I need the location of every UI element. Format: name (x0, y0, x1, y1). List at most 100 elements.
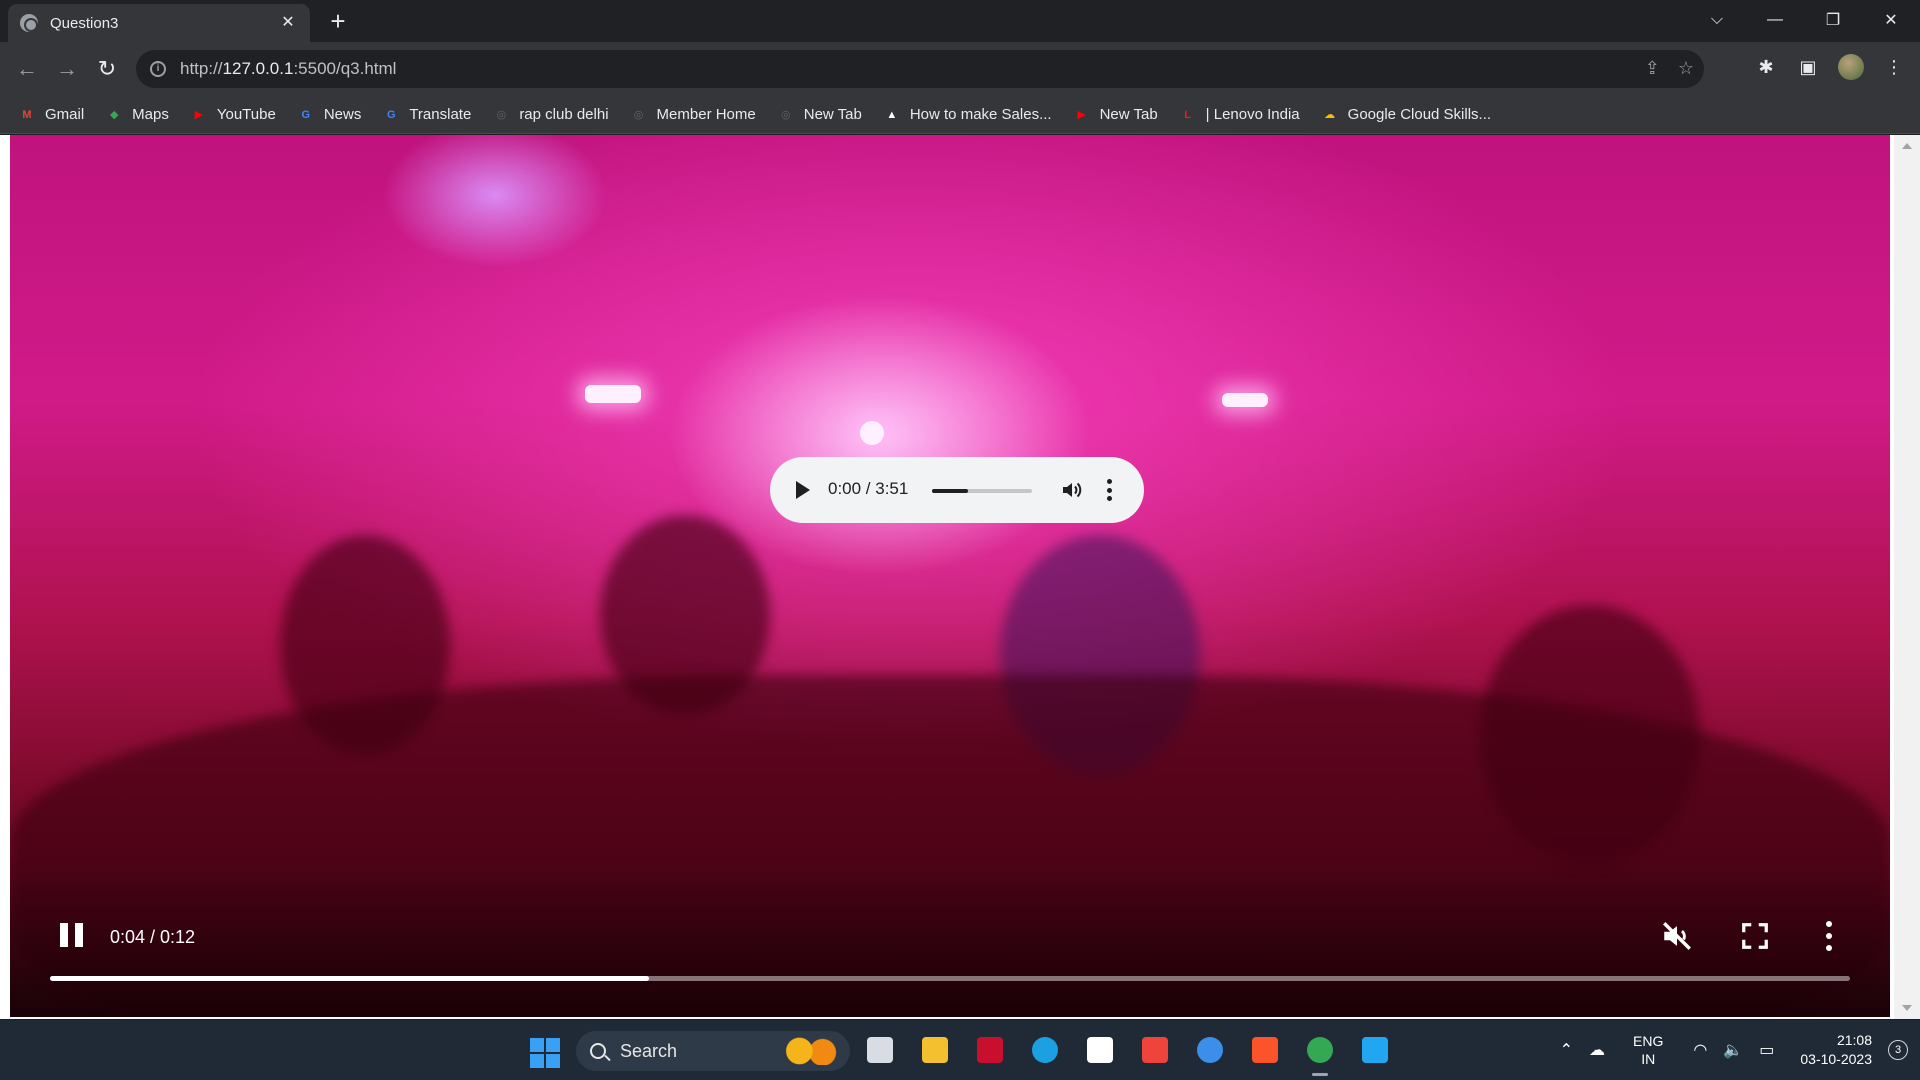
bookmark-item[interactable]: ◎ New Tab (777, 106, 862, 124)
gmail-icon: M (22, 108, 32, 121)
bookmark-label: Google Cloud Skills... (1347, 106, 1492, 123)
scroll-up-icon[interactable] (1902, 143, 1912, 149)
page-viewport: 0:00 / 3:51 0:04 / 0:12 (0, 135, 1920, 1019)
system-tray: ⌃ ☁ ENG IN ◠ 🔈 ▭ 21:08 03-10-2023 3 (1552, 1020, 1920, 1080)
chart-icon: ▲ (886, 108, 898, 121)
fullscreen-icon[interactable] (1740, 921, 1770, 951)
side-panel-icon[interactable]: ▣ (1796, 57, 1820, 78)
extensions-icon[interactable]: ✱ (1754, 57, 1778, 78)
audio-more-icon[interactable] (1106, 479, 1112, 501)
taskbar-search[interactable]: Search (576, 1031, 850, 1071)
bookmark-label: YouTube (216, 106, 276, 123)
close-window-button[interactable]: ✕ (1862, 0, 1920, 40)
chrome-menu-icon[interactable]: ⋮ (1882, 57, 1906, 78)
stage-light (860, 421, 884, 445)
brave-icon[interactable] (1247, 1032, 1283, 1068)
restore-button[interactable]: ❐ (1804, 0, 1862, 40)
window-controls: ⌵ — ❐ ✕ (1688, 0, 1920, 40)
site-info-icon[interactable]: i (150, 61, 166, 77)
bookmark-item[interactable]: ▶ New Tab (1073, 106, 1157, 124)
bookmark-label: Maps (132, 106, 169, 123)
maps-icon: ◆ (109, 109, 119, 121)
pause-icon[interactable] (60, 923, 86, 951)
chrome-icon[interactable] (1302, 1032, 1338, 1076)
browser-tab[interactable]: Question3 ✕ (8, 4, 310, 42)
forward-button[interactable]: → (52, 54, 82, 84)
bookmark-item[interactable]: ◎ rap club delhi (492, 106, 609, 124)
bookmark-label: How to make Sales... (909, 106, 1052, 123)
audio-progress[interactable] (932, 489, 1032, 493)
audio-time: 0:00 / 3:51 (828, 479, 909, 498)
vscode-icon[interactable] (1357, 1032, 1393, 1068)
onedrive-icon[interactable]: ☁ (1589, 1040, 1605, 1060)
anydesk-icon[interactable] (1137, 1032, 1173, 1068)
muted-icon[interactable] (1660, 919, 1694, 953)
mcafee-icon[interactable] (972, 1032, 1008, 1068)
taskbar-search-label: Search (620, 1040, 678, 1061)
url-text[interactable]: http://127.0.0.1:5500/q3.html (180, 59, 396, 79)
translate-icon: G (387, 108, 396, 121)
cloud-icon: ☁ (1324, 109, 1336, 121)
video-progress-bar[interactable] (50, 976, 1850, 981)
back-button[interactable]: ← (12, 54, 42, 84)
stage-light (1222, 393, 1268, 407)
wifi-icon[interactable]: ◠ (1693, 1040, 1707, 1060)
file-explorer-icon[interactable] (917, 1032, 953, 1068)
tab-search-icon[interactable]: ⌵ (1688, 0, 1746, 40)
bookmark-star-icon[interactable]: ☆ (1678, 58, 1694, 79)
windows-start-icon[interactable] (530, 1038, 560, 1068)
edge-icon[interactable] (1027, 1032, 1063, 1068)
video-more-icon[interactable] (1824, 919, 1834, 953)
bookmark-item[interactable]: ▲ How to make Sales... (883, 106, 1052, 124)
bookmark-item[interactable]: ◆ Maps (105, 106, 169, 124)
globe-icon (20, 14, 38, 32)
store-icon[interactable] (1082, 1032, 1118, 1068)
search-highlight-icon (782, 1037, 840, 1065)
language-indicator[interactable]: ENG IN (1633, 1032, 1663, 1068)
bookmark-item[interactable]: ☁ Google Cloud Skills... (1321, 106, 1491, 124)
lenovo-icon: L (1184, 108, 1192, 121)
bookmark-item[interactable]: L | Lenovo India (1179, 106, 1300, 124)
bookmark-label: rap club delhi (519, 106, 609, 123)
reload-button[interactable]: ↻ (92, 54, 122, 84)
minimize-button[interactable]: — (1746, 0, 1804, 40)
video-player[interactable]: 0:00 / 3:51 0:04 / 0:12 (10, 135, 1890, 1017)
show-hidden-icons-icon[interactable]: ⌃ (1560, 1040, 1573, 1060)
audio-play-icon[interactable] (796, 481, 810, 499)
bookmark-label: | Lenovo India (1205, 106, 1300, 123)
bookmark-item[interactable]: M Gmail (18, 106, 84, 124)
notification-badge[interactable]: 3 (1888, 1040, 1908, 1060)
volume-icon[interactable] (1060, 478, 1084, 502)
battery-icon[interactable]: ▭ (1759, 1040, 1774, 1060)
news-icon: G (301, 108, 311, 121)
scroll-down-icon[interactable] (1902, 1005, 1912, 1011)
globe-icon: ◎ (633, 109, 644, 121)
globe-icon: ◎ (780, 109, 791, 121)
bookmark-label: Member Home (656, 106, 756, 123)
speaker-icon[interactable]: 🔈 (1723, 1040, 1743, 1060)
browser-toolbar: ← → ↻ i http://127.0.0.1:5500/q3.html ⇪ … (0, 42, 1920, 96)
search-icon (590, 1043, 606, 1059)
bookmark-label: New Tab (803, 106, 862, 123)
page-scrollbar[interactable] (1894, 135, 1920, 1019)
bookmark-item[interactable]: ▶ YouTube (190, 106, 276, 124)
help-icon[interactable] (1192, 1032, 1228, 1068)
browser-titlebar: Question3 ✕ + ⌵ — ❐ ✕ (0, 0, 1920, 42)
youtube-icon: ▶ (1077, 109, 1086, 121)
address-bar[interactable]: i http://127.0.0.1:5500/q3.html ⇪ ☆ (136, 50, 1704, 88)
bookmark-label: Translate (409, 106, 472, 123)
share-icon[interactable]: ⇪ (1645, 58, 1660, 79)
bookmark-item[interactable]: G Translate (382, 106, 471, 124)
video-controls: 0:04 / 0:12 (10, 897, 1890, 1017)
bookmark-item[interactable]: G News (297, 106, 362, 124)
tab-close-icon[interactable]: ✕ (278, 13, 298, 33)
tab-title: Question3 (50, 14, 119, 32)
video-time: 0:04 / 0:12 (110, 927, 196, 947)
task-view-icon[interactable] (862, 1032, 898, 1068)
new-tab-button[interactable]: + (324, 8, 352, 36)
taskbar-clock[interactable]: 21:08 03-10-2023 (1800, 1031, 1872, 1069)
bookmark-item[interactable]: ◎ Member Home (630, 106, 756, 124)
audio-player[interactable]: 0:00 / 3:51 (770, 457, 1144, 523)
globe-icon: ◎ (496, 109, 507, 121)
profile-avatar[interactable] (1838, 54, 1864, 80)
